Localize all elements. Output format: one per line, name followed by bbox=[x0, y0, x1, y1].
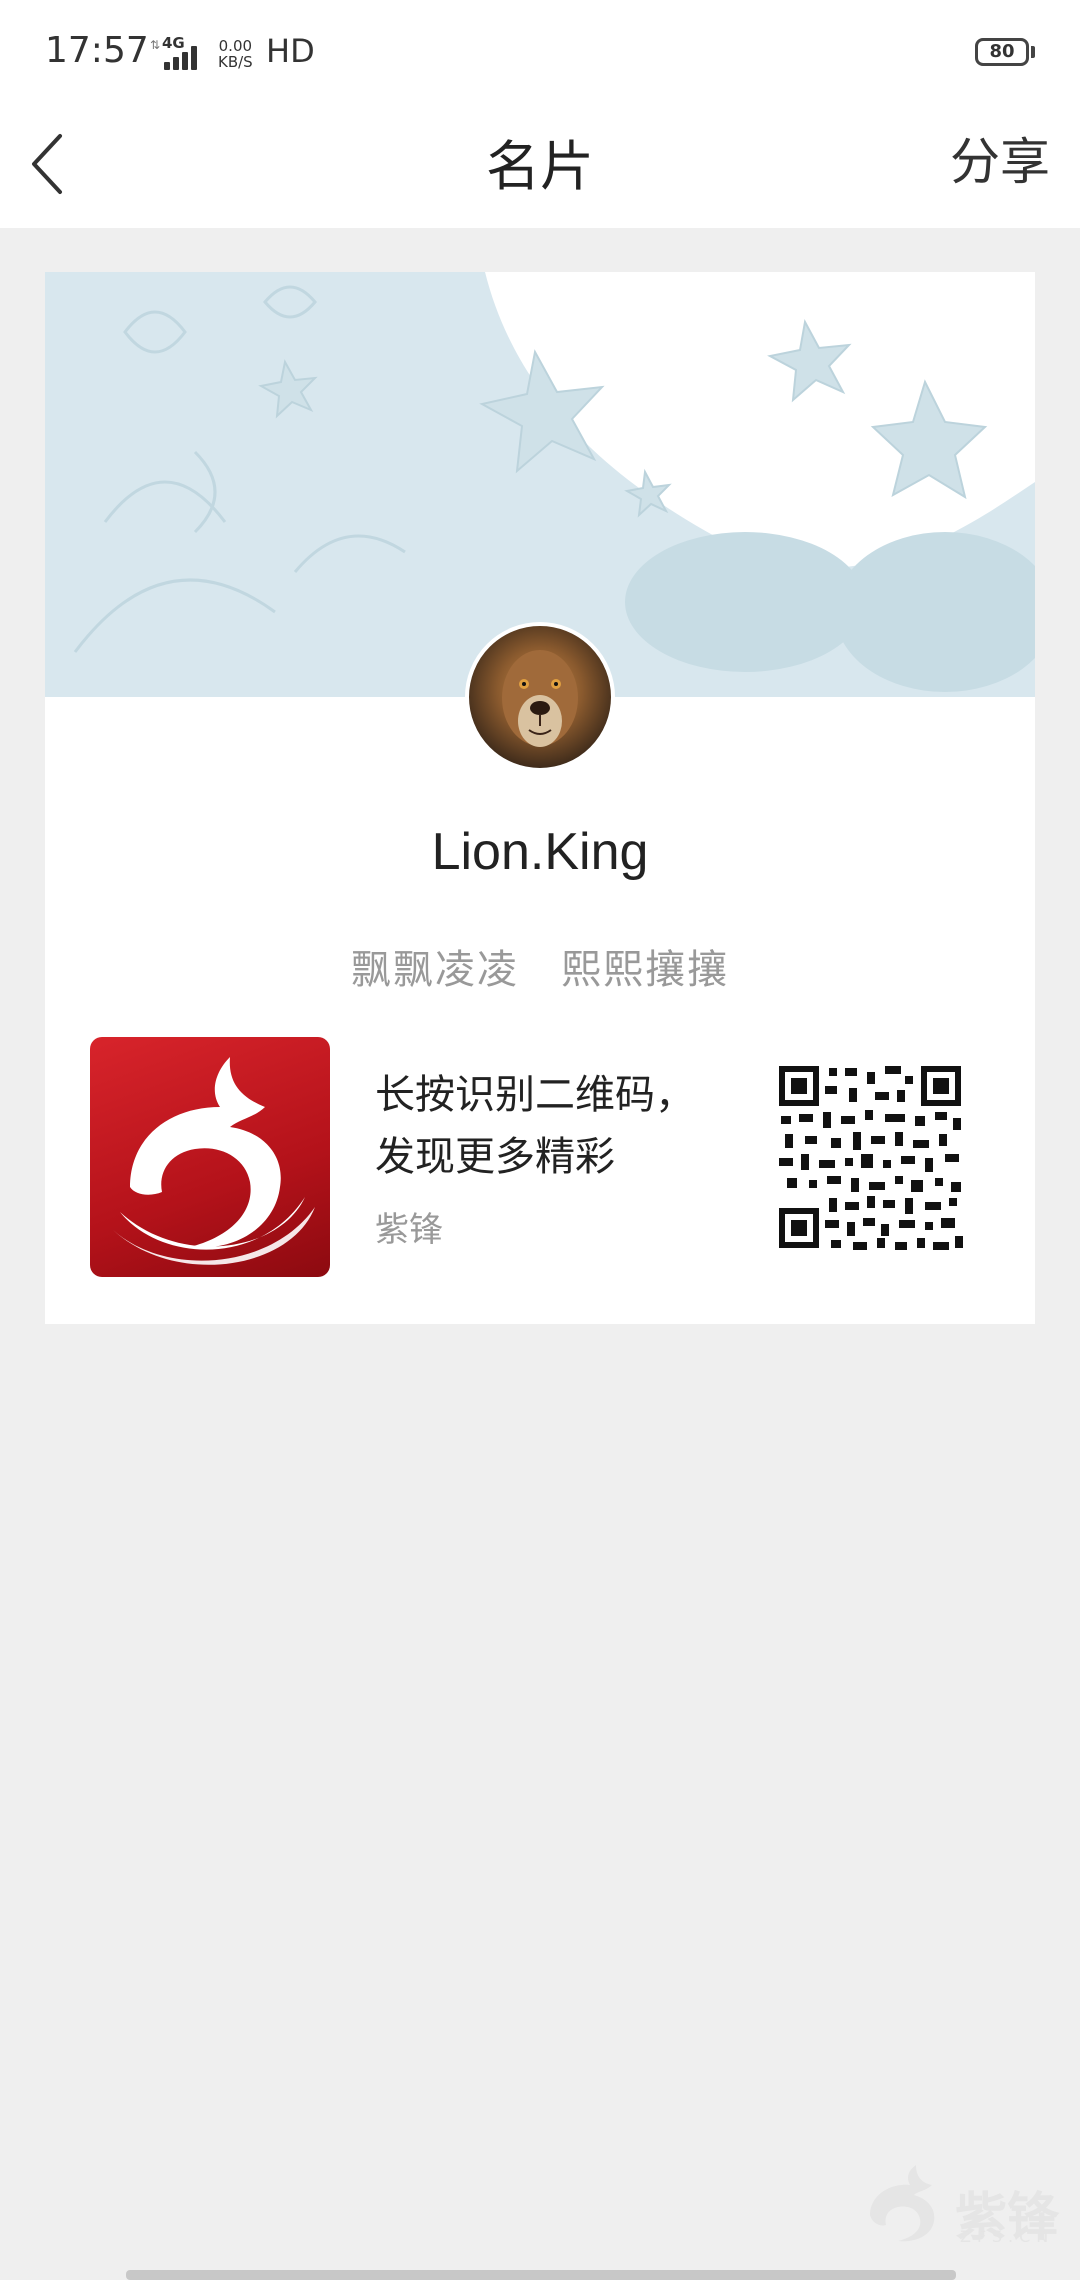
page-title: 名片 bbox=[486, 135, 594, 198]
speed-value: 0.00 bbox=[218, 37, 253, 55]
network-type: 4G bbox=[162, 34, 185, 52]
brand-logo bbox=[90, 1037, 330, 1277]
business-card: Lion.King 飘飘凌凌 熙熙攘攘 长按识别二维码， 发现更多精彩 紫锋 bbox=[45, 272, 1035, 1324]
lion-avatar-icon bbox=[502, 650, 578, 747]
battery-tip bbox=[1031, 46, 1035, 58]
watermark-sub: ZFS.CN bbox=[960, 2227, 1055, 2246]
watermark: 紫锋 ZFS.CN bbox=[860, 2165, 1070, 2248]
promo-line-2: 发现更多精彩 bbox=[375, 1134, 615, 1180]
promo-source: 紫锋 bbox=[375, 1210, 443, 1250]
dragon-logo-icon bbox=[110, 1057, 315, 1265]
profile-motto: 飘飘凌凌 熙熙攘攘 bbox=[351, 947, 729, 993]
battery-icon: 80 bbox=[975, 38, 1029, 66]
status-bar: 17:57 ⇅ 4G 0.00 KB/S HD 80 bbox=[0, 0, 1080, 106]
data-arrows-icon: ⇅ bbox=[150, 38, 161, 52]
status-time: 17:57 bbox=[45, 30, 149, 71]
chevron-left-icon bbox=[32, 134, 62, 194]
hd-label: HD bbox=[266, 32, 315, 70]
share-button[interactable]: 分享 bbox=[950, 122, 1050, 194]
qr-code-icon bbox=[775, 1062, 965, 1252]
speed-unit: KB/S bbox=[218, 53, 253, 71]
qr-code[interactable] bbox=[775, 1062, 965, 1252]
signal-icon: ⇅ 4G bbox=[150, 34, 210, 70]
watermark-logo-icon bbox=[870, 2165, 935, 2242]
nav-bar: 名片 分享 bbox=[0, 106, 1080, 228]
profile-name: Lion.King bbox=[431, 823, 649, 881]
promo-line-1: 长按识别二维码， bbox=[375, 1072, 695, 1118]
back-button[interactable] bbox=[20, 124, 90, 204]
network-speed: 0.00 KB/S bbox=[218, 38, 253, 70]
home-indicator[interactable] bbox=[126, 2270, 956, 2280]
avatar bbox=[465, 622, 615, 772]
